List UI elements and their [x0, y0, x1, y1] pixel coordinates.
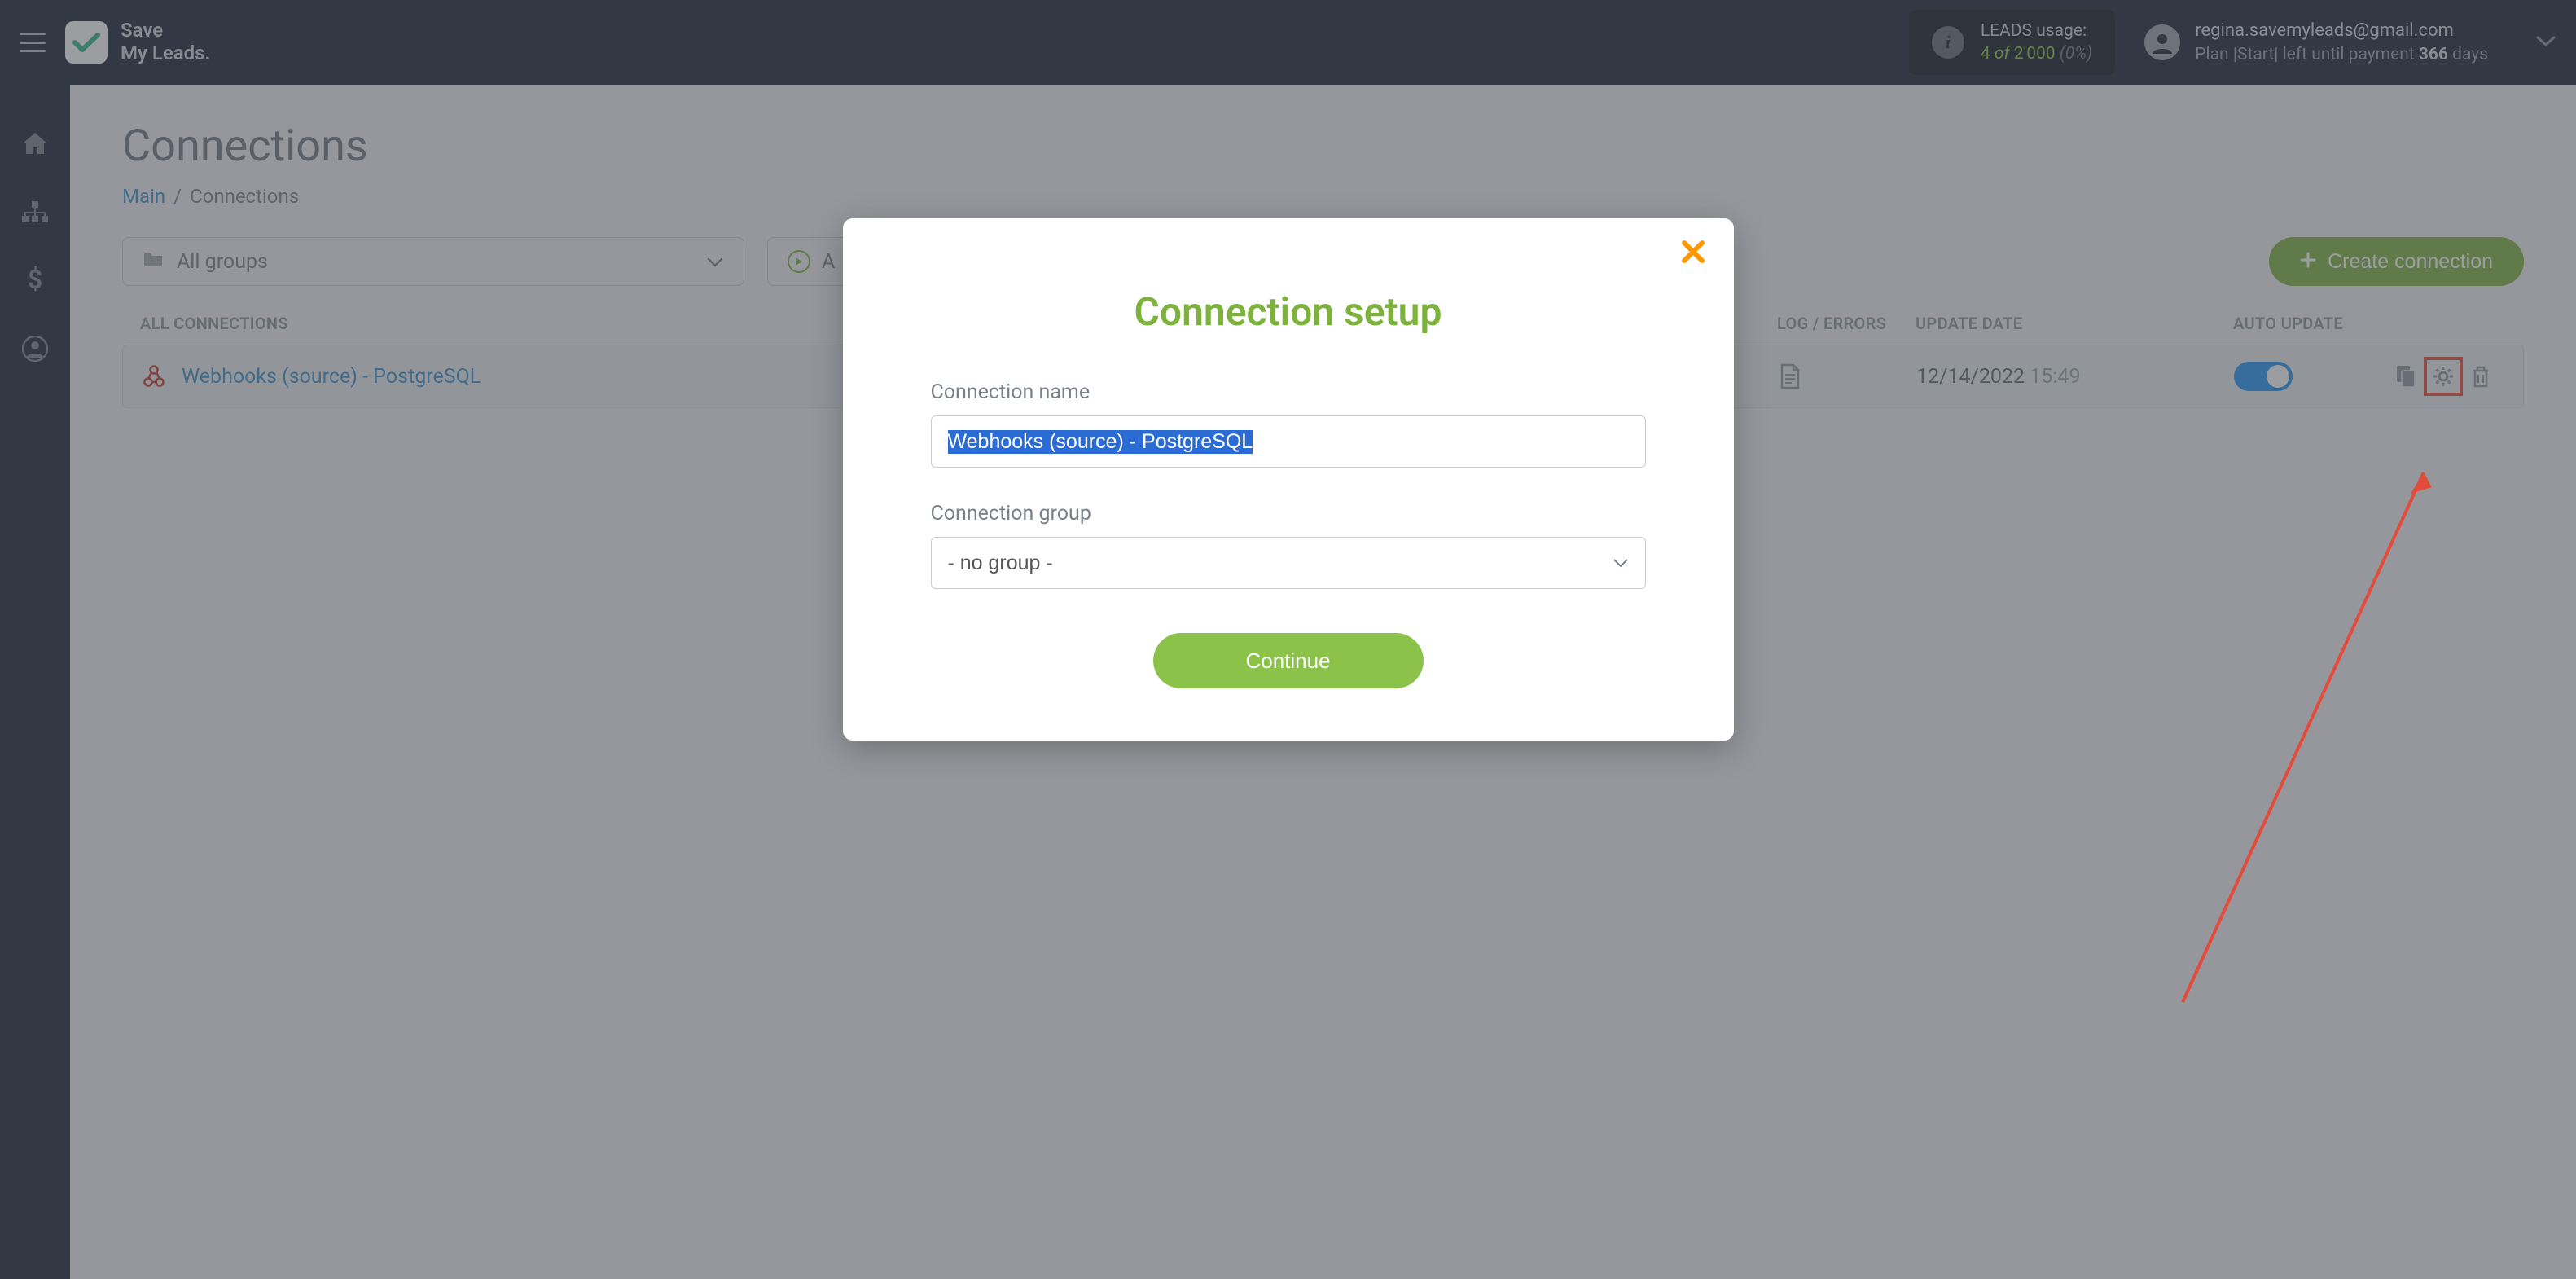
connection-setup-modal: Connection setup Connection name Connect… — [843, 218, 1734, 741]
modal-overlay[interactable]: Connection setup Connection name Connect… — [0, 0, 2576, 1279]
connection-group-select[interactable]: - no group - — [931, 537, 1646, 589]
connection-group-label: Connection group — [931, 502, 1646, 525]
connection-name-input[interactable] — [931, 415, 1646, 468]
continue-button[interactable]: Continue — [1153, 633, 1424, 688]
close-button[interactable] — [1680, 238, 1706, 270]
connection-name-label: Connection name — [931, 380, 1646, 404]
modal-title: Connection setup — [892, 288, 1685, 335]
